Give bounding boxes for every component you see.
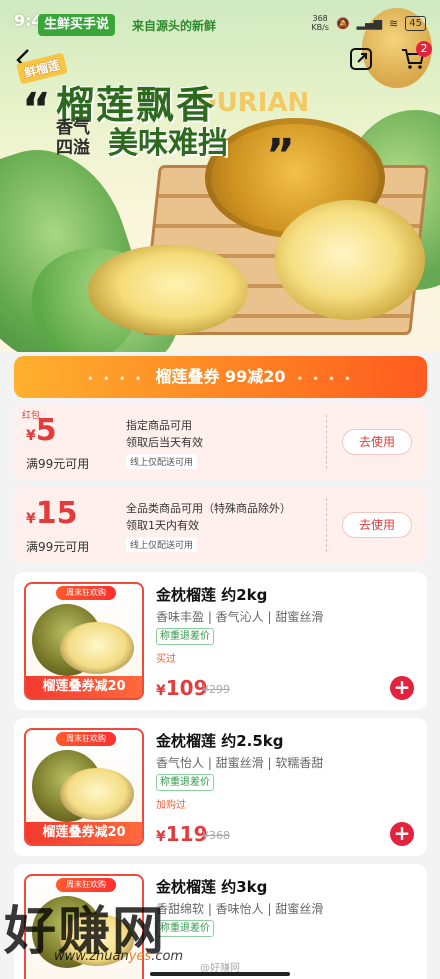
coupon-channel: 线上仅配送可用 — [126, 537, 198, 552]
share-button[interactable] — [348, 46, 374, 72]
durian-open-image — [88, 245, 248, 335]
brand-name: 生鲜买手说 — [38, 14, 116, 36]
use-coupon-button[interactable]: 去使用 — [342, 429, 412, 455]
promo-top-tag: 周末狂欢购 — [56, 586, 116, 600]
product-features: 香气怡人 | 甜蜜丝滑 | 软糯香甜 — [156, 756, 324, 770]
coupon-card: 红包 ¥5 满99元可用 指定商品可用 领取后当天有效 线上仅配送可用 去使用 — [14, 405, 427, 479]
coupon-condition: 满99元可用 — [26, 540, 90, 554]
product-tag: 称重退差价 — [156, 920, 214, 937]
product-features: 香味丰盈 | 香气沁人 | 甜蜜丝滑 — [156, 610, 324, 624]
coupon-scope: 指定商品可用 — [126, 419, 192, 432]
product-history: 买过 — [156, 654, 176, 665]
product-name[interactable]: 金枕榴莲 约2kg — [156, 584, 267, 605]
share-icon — [350, 48, 372, 70]
banner-label: 榴莲叠券 99减20 — [155, 367, 286, 386]
product-image[interactable]: 周末狂欢购 榴莲叠券减20 — [24, 582, 144, 700]
coupon-stack-banner[interactable]: • • • • 榴莲叠券 99减20 • • • • — [14, 356, 427, 398]
wifi-icon: ≋ — [389, 16, 399, 30]
coupon-scope: 全品类商品可用（特殊商品除外） — [126, 502, 291, 515]
quote-close: ” — [266, 130, 295, 181]
product-name[interactable]: 金枕榴莲 约3kg — [156, 876, 267, 897]
net-speed: 368 KB/s — [311, 14, 329, 32]
banner-dots: • • • • — [296, 374, 354, 385]
brand-slogan: 来自源头的新鲜 — [132, 19, 217, 33]
promo-bottom-tag: 榴莲叠券减20 — [26, 676, 142, 698]
battery-icon: 45 — [405, 15, 426, 31]
product-image[interactable]: 周末狂欢购 榴莲叠券减20 — [24, 728, 144, 846]
promo-bottom-tag: 榴莲叠券减20 — [26, 822, 142, 844]
hero-banner: 9:48 生鲜买手说 来自源头的新鲜 368KB/s 🔕 ▂▄▆ ≋ 45 2 — [0, 0, 440, 352]
coupon-divider — [326, 415, 327, 469]
plus-icon: + — [393, 821, 411, 845]
mute-icon: 🔕 — [335, 16, 350, 30]
quote-open: “ — [22, 84, 51, 135]
coupon-channel: 线上仅配送可用 — [126, 454, 198, 469]
product-name[interactable]: 金枕榴莲 约2.5kg — [156, 730, 284, 751]
product-tag: 称重退差价 — [156, 628, 214, 645]
hero-subtitle: 美味难挡 — [108, 126, 228, 161]
product-price: ¥119 — [156, 822, 208, 846]
cart-button[interactable]: 2 — [400, 41, 432, 72]
promo-top-tag: 周末狂欢购 — [56, 878, 116, 892]
add-to-cart-button[interactable]: + — [390, 676, 414, 700]
product-original-price: ¥368 — [202, 829, 230, 842]
product-price: ¥109 — [156, 676, 208, 700]
cart-count-badge: 2 — [416, 41, 432, 57]
plus-icon: + — [393, 675, 411, 699]
coupon-validity: 领取1天内有效 — [126, 519, 199, 532]
hero-subtitle-small: 香气四溢 — [56, 118, 90, 158]
durian-flesh — [60, 914, 134, 966]
header-actions: 2 — [348, 41, 432, 72]
status-bar: 9:48 生鲜买手说 来自源头的新鲜 368 KB/s 🔕 ▂▄▆ ≋ 45 — [0, 0, 440, 40]
coupon-card: ¥15 满99元可用 全品类商品可用（特殊商品除外） 领取1天内有效 线上仅配送… — [14, 488, 427, 562]
durian-flesh — [60, 622, 134, 674]
product-original-price: ¥299 — [202, 683, 230, 696]
product-card[interactable]: 周末狂欢购 金枕榴莲 约3kg 香甜绵软 | 香味怡人 | 甜蜜丝滑 称重退差价 — [14, 864, 427, 979]
durian-flesh — [60, 768, 134, 820]
coupon-validity: 领取后当天有效 — [126, 436, 203, 449]
status-icons: 368 KB/s 🔕 ▂▄▆ ≋ 45 — [311, 14, 426, 32]
coupon-condition: 满99元可用 — [26, 457, 90, 471]
product-image[interactable]: 周末狂欢购 — [24, 874, 144, 979]
durian-open-image — [275, 200, 425, 320]
signal-icon: ▂▄▆ — [356, 16, 383, 30]
product-tag: 称重退差价 — [156, 774, 214, 791]
product-card[interactable]: 周末狂欢购 榴莲叠券减20 金枕榴莲 约2kg 香味丰盈 | 香气沁人 | 甜蜜… — [14, 572, 427, 710]
coupon-amount: ¥15 — [26, 496, 78, 531]
product-history: 加购过 — [156, 800, 186, 811]
product-features: 香甜绵软 | 香味怡人 | 甜蜜丝滑 — [156, 902, 324, 916]
use-coupon-button[interactable]: 去使用 — [342, 512, 412, 538]
coupon-divider — [326, 498, 327, 552]
banner-dots: • • • • — [87, 374, 145, 385]
add-to-cart-button[interactable]: + — [390, 822, 414, 846]
promo-top-tag: 周末狂欢购 — [56, 732, 116, 746]
coupon-amount: ¥5 — [26, 413, 57, 448]
product-card[interactable]: 周末狂欢购 榴莲叠券减20 金枕榴莲 约2.5kg 香气怡人 | 甜蜜丝滑 | … — [14, 718, 427, 856]
